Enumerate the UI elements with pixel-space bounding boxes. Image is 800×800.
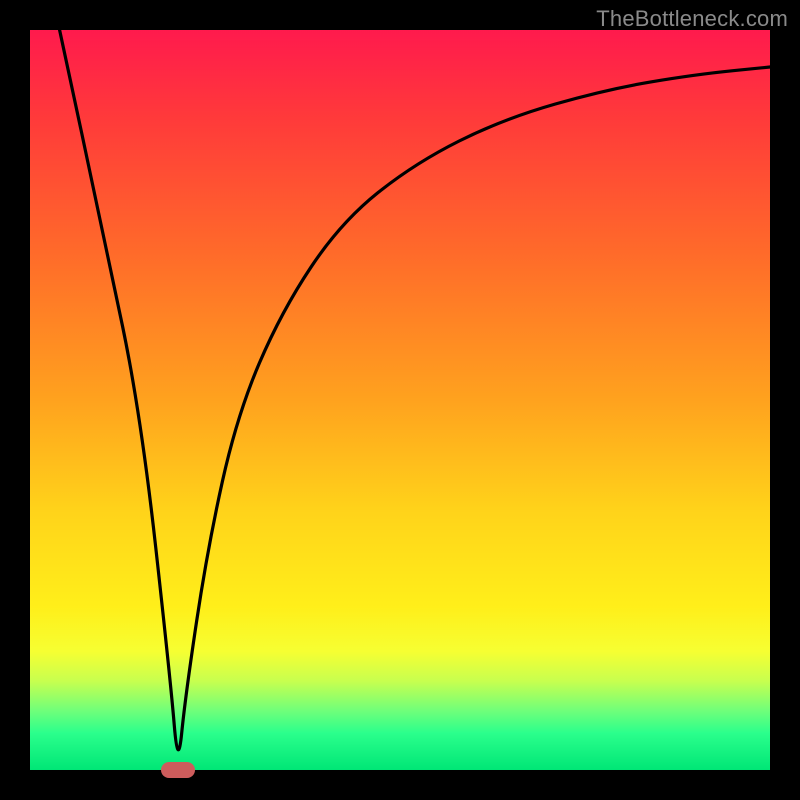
plot-area (30, 30, 770, 770)
curve-path (60, 30, 770, 750)
chart-stage: TheBottleneck.com (0, 0, 800, 800)
bottleneck-curve (30, 30, 770, 770)
watermark-text: TheBottleneck.com (596, 6, 788, 32)
optimum-marker (161, 762, 195, 778)
